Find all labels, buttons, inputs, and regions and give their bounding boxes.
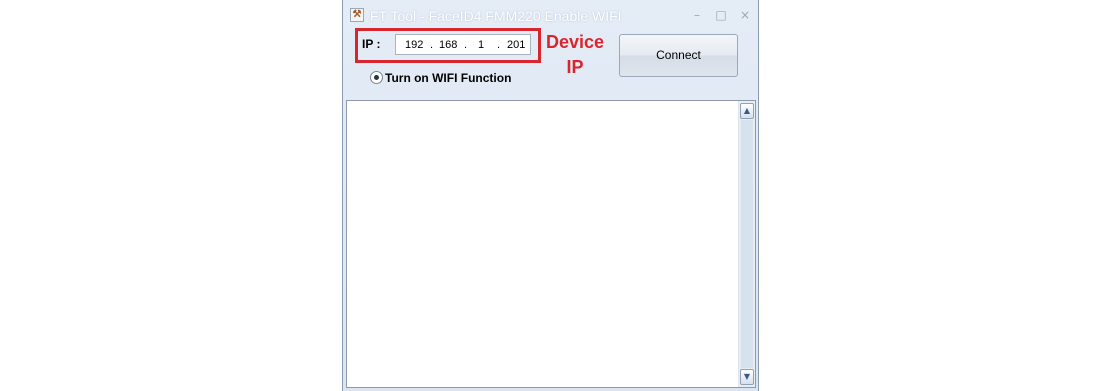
maximize-button[interactable]: □ bbox=[712, 7, 730, 23]
close-button[interactable]: × bbox=[736, 7, 754, 23]
annotation-line-1: Device bbox=[545, 32, 605, 52]
device-ip-annotation: Device IP bbox=[544, 30, 606, 80]
log-output-area[interactable]: ▲ ▼ bbox=[346, 100, 756, 388]
radio-selected-dot bbox=[374, 75, 379, 80]
annotation-line-2: IP bbox=[566, 57, 584, 77]
wifi-option-label[interactable]: Turn on WIFI Function bbox=[385, 71, 511, 85]
scroll-track[interactable] bbox=[741, 120, 753, 368]
scroll-up-icon[interactable]: ▲ bbox=[740, 103, 754, 119]
connect-button[interactable]: Connect bbox=[619, 34, 738, 77]
minimize-button[interactable]: – bbox=[688, 7, 706, 23]
title-bar[interactable]: ⚒ FT Tool - FaceID4 FMM220 Enable WIFI –… bbox=[343, 0, 758, 30]
vertical-scrollbar[interactable]: ▲ ▼ bbox=[738, 101, 755, 387]
scroll-down-icon[interactable]: ▼ bbox=[740, 369, 754, 385]
ip-highlight-box bbox=[355, 28, 541, 63]
app-window: ⚒ FT Tool - FaceID4 FMM220 Enable WIFI –… bbox=[342, 0, 759, 391]
wifi-radio-button[interactable] bbox=[370, 71, 383, 84]
app-icon: ⚒ bbox=[350, 8, 364, 22]
window-title: FT Tool - FaceID4 FMM220 Enable WIFI bbox=[370, 8, 622, 24]
